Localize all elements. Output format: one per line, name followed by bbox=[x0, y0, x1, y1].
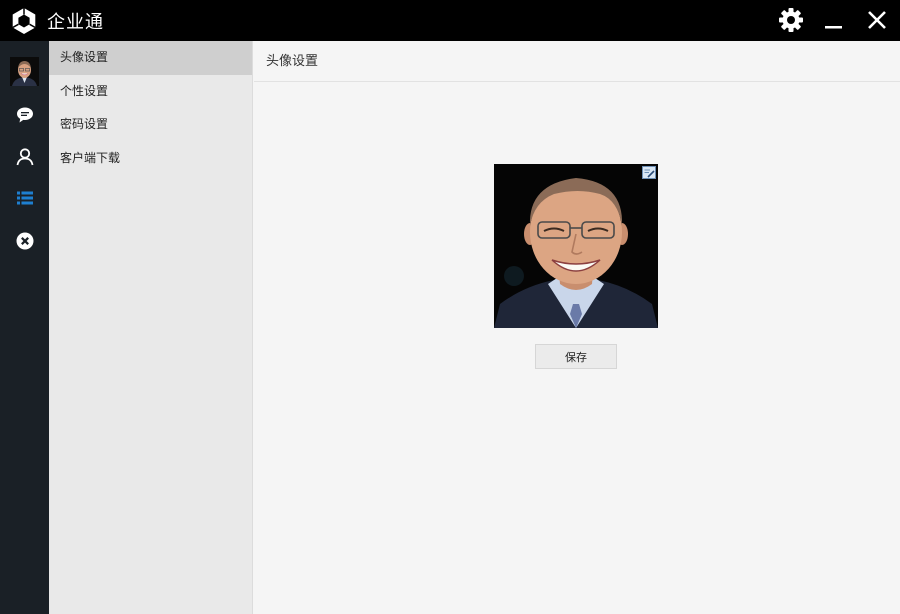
content-panel: 头像设置 保存 bbox=[254, 41, 900, 614]
menu-item-password-settings[interactable]: 密码设置 bbox=[49, 108, 252, 142]
avatar-preview[interactable] bbox=[494, 164, 658, 328]
close-circle-icon bbox=[16, 232, 34, 250]
close-icon bbox=[868, 11, 886, 29]
avatar-photo bbox=[494, 164, 658, 328]
page-title: 头像设置 bbox=[254, 41, 900, 82]
minimize-button[interactable] bbox=[819, 5, 849, 35]
chat-button[interactable] bbox=[10, 100, 40, 130]
exit-button[interactable] bbox=[10, 226, 40, 256]
menu-item-avatar-settings[interactable]: 头像设置 bbox=[49, 41, 252, 75]
avatar-image bbox=[10, 57, 39, 86]
list-icon bbox=[17, 191, 33, 205]
contacts-button[interactable] bbox=[10, 142, 40, 172]
gear-icon bbox=[779, 8, 803, 32]
minimize-icon bbox=[825, 26, 842, 29]
save-button[interactable]: 保存 bbox=[535, 344, 617, 369]
avatar[interactable] bbox=[10, 57, 39, 86]
menu-item-client-download[interactable]: 客户端下载 bbox=[49, 142, 252, 176]
close-button[interactable] bbox=[862, 5, 892, 35]
nav-rail bbox=[0, 41, 49, 614]
settings-list-button[interactable] bbox=[10, 183, 40, 213]
edit-icon[interactable] bbox=[642, 166, 656, 179]
settings-menu: 头像设置 个性设置 密码设置 客户端下载 bbox=[49, 41, 253, 614]
app-title: 企业通 bbox=[47, 12, 104, 33]
app-logo-icon bbox=[12, 8, 36, 34]
contact-icon bbox=[16, 148, 34, 166]
chat-bubble-icon bbox=[17, 107, 33, 123]
title-bar: 企业通 bbox=[0, 0, 900, 41]
menu-item-personal-settings[interactable]: 个性设置 bbox=[49, 75, 252, 109]
settings-button[interactable] bbox=[776, 5, 806, 35]
